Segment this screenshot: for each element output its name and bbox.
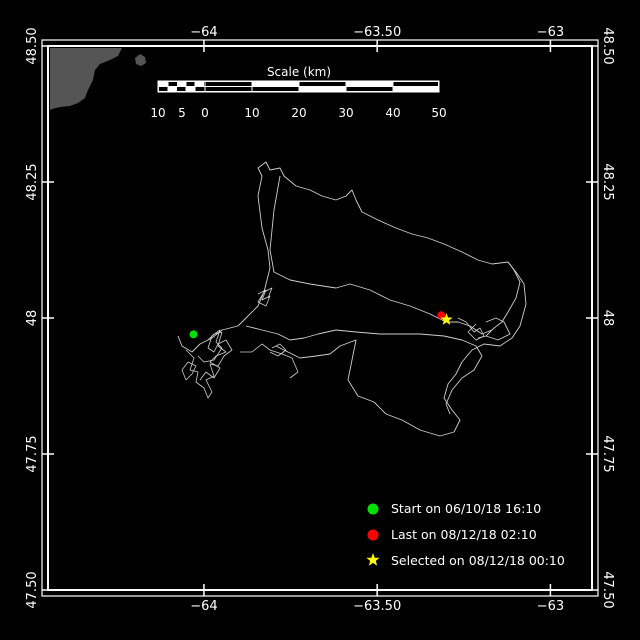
legend-selected-label: Selected on 08/12/18 00:10: [391, 553, 565, 568]
y-tick-label-left: 48.25: [25, 163, 40, 200]
y-tick-label-right: 48.25: [600, 163, 615, 200]
y-tick-label-right: 48.50: [600, 27, 615, 64]
x-tick-label-bottom: −63: [537, 599, 564, 614]
y-tick-label-left: 47.50: [25, 571, 40, 608]
x-tick-label-bottom: −63.50: [353, 599, 401, 614]
x-tick-label-bottom: −64: [190, 599, 217, 614]
x-tick-label-top: −63: [537, 25, 564, 40]
scale-tick-label: 5: [178, 106, 186, 120]
scale-tick-label: 20: [291, 106, 306, 120]
legend-last-label: Last on 08/12/18 02:10: [391, 527, 537, 542]
start-marker: [189, 330, 198, 339]
scale-tick-label: 10: [244, 106, 259, 120]
scale-title: Scale (km): [267, 65, 331, 79]
track-map: −64 −64 −63.50 −63.50 −63 −63 48.50 48.50 48.25 4…: [0, 0, 640, 640]
y-tick-label-left: 47.75: [25, 435, 40, 472]
scale-tick-label: 10: [150, 106, 165, 120]
y-tick-label-right: 48: [600, 310, 615, 327]
map-background: [0, 0, 640, 640]
y-tick-label-right: 47.75: [600, 435, 615, 472]
scale-tick-label: 50: [431, 106, 446, 120]
y-tick-label-left: 48.50: [25, 27, 40, 64]
y-tick-label-right: 47.50: [600, 571, 615, 608]
legend-start-label: Start on 06/10/18 16:10: [391, 501, 541, 516]
x-tick-label-top: −64: [190, 25, 217, 40]
scale-tick-label: 40: [385, 106, 400, 120]
legend-start-icon: [367, 503, 379, 515]
x-tick-label-top: −63.50: [353, 25, 401, 40]
legend: Start on 06/10/18 16:10 Last on 08/12/18…: [366, 501, 565, 568]
scale-tick-label: 0: [201, 106, 209, 120]
scale-tick-label: 30: [338, 106, 353, 120]
legend-last-icon: [367, 529, 379, 541]
y-tick-label-left: 48: [25, 310, 40, 327]
